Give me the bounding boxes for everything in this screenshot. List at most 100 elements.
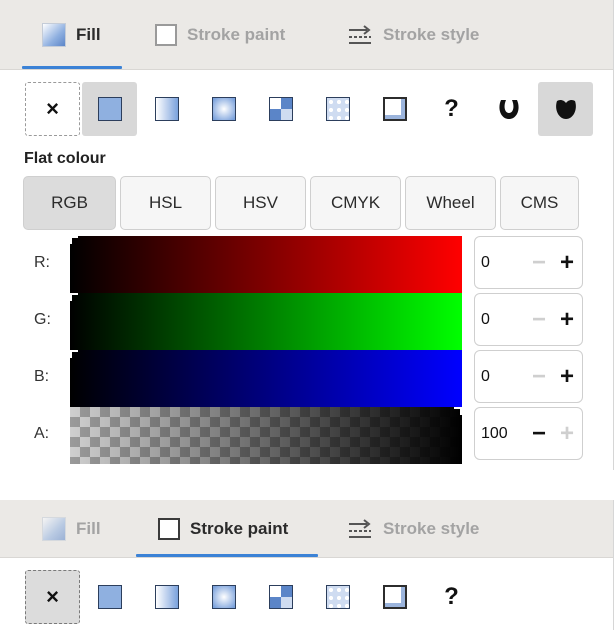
tab-bar: Fill Stroke paint Stroke style	[0, 500, 613, 558]
active-tab-indicator	[136, 554, 318, 557]
linear-gradient-icon	[154, 585, 179, 609]
pattern-button[interactable]	[310, 570, 365, 624]
tab-hsl[interactable]: HSL	[120, 176, 211, 230]
fill-icon	[42, 516, 66, 541]
flat-colour-icon	[97, 97, 122, 121]
panel-separator	[0, 470, 614, 500]
swatch-icon	[382, 97, 407, 121]
question-mark-icon: ?	[444, 583, 459, 610]
close-icon: ×	[46, 584, 59, 609]
no-paint-button[interactable]: ×	[25, 82, 80, 136]
tab-stroke-style-label: Stroke style	[383, 518, 480, 538]
tab-stroke-style[interactable]: Stroke style	[347, 500, 507, 557]
radial-gradient-button[interactable]	[196, 82, 251, 136]
slider-marker	[70, 293, 78, 301]
flat-colour-icon	[97, 585, 122, 609]
linear-gradient-button[interactable]	[139, 570, 194, 624]
green-value-input[interactable]	[475, 310, 525, 329]
stroke-paint-icon	[155, 23, 177, 46]
active-tab-indicator	[22, 66, 122, 69]
channel-row-blue: B: − +	[0, 350, 614, 407]
red-value-input[interactable]	[475, 253, 525, 272]
tab-stroke-paint[interactable]: Stroke paint	[136, 500, 318, 557]
mesh-gradient-button[interactable]	[253, 570, 308, 624]
blue-increment-button[interactable]: +	[553, 363, 581, 391]
mesh-gradient-button[interactable]	[253, 82, 308, 136]
evenodd-fill-rule-button[interactable]	[481, 82, 536, 136]
swatch-button[interactable]	[367, 82, 422, 136]
tab-cmyk[interactable]: CMYK	[310, 176, 401, 230]
channel-label-green: G:	[34, 311, 51, 328]
blue-slider[interactable]	[70, 350, 462, 407]
tab-stroke-style-label: Stroke style	[383, 24, 480, 44]
channel-row-alpha: A: − +	[0, 407, 614, 464]
green-slider[interactable]	[70, 293, 462, 350]
green-spinbox: − +	[474, 293, 583, 346]
alpha-slider[interactable]	[70, 407, 462, 464]
linear-gradient-button[interactable]	[139, 82, 194, 136]
alpha-decrement-button[interactable]: −	[525, 420, 553, 448]
alpha-value-input[interactable]	[475, 424, 525, 443]
flat-colour-button[interactable]	[82, 82, 137, 136]
nonzero-icon	[555, 99, 576, 119]
flat-colour-label: Flat colour	[24, 150, 106, 167]
fill-and-stroke-panel-fill: Fill Stroke paint Stroke style × ? Flat …	[0, 0, 614, 470]
tab-fill-label: Fill	[76, 24, 101, 44]
fill-icon	[42, 22, 66, 47]
radial-gradient-button[interactable]	[196, 570, 251, 624]
slider-marker	[70, 236, 78, 244]
pattern-icon	[325, 97, 350, 121]
mesh-gradient-icon	[268, 585, 293, 609]
red-spinbox: − +	[474, 236, 583, 289]
tab-hsv[interactable]: HSV	[215, 176, 306, 230]
unset-paint-button[interactable]: ?	[424, 570, 479, 624]
tab-fill[interactable]: Fill	[42, 500, 122, 557]
mesh-gradient-icon	[268, 97, 293, 121]
radial-gradient-icon	[211, 585, 236, 609]
stroke-style-icon	[349, 518, 371, 538]
slider-marker	[454, 407, 462, 415]
tab-rgb[interactable]: RGB	[23, 176, 116, 230]
stroke-style-icon	[349, 24, 371, 44]
tab-fill[interactable]: Fill	[22, 0, 122, 69]
tab-stroke-style[interactable]: Stroke style	[347, 0, 507, 69]
unset-paint-button[interactable]: ?	[424, 82, 479, 136]
blue-value-input[interactable]	[475, 367, 525, 386]
tab-fill-label: Fill	[76, 518, 101, 538]
channel-label-blue: B:	[34, 368, 50, 385]
swatch-icon	[382, 585, 407, 609]
red-increment-button[interactable]: +	[553, 249, 581, 277]
tab-stroke-paint-label: Stroke paint	[187, 24, 286, 44]
slider-marker	[70, 350, 78, 358]
blue-decrement-button[interactable]: −	[525, 363, 553, 391]
radial-gradient-icon	[211, 97, 236, 121]
tab-wheel[interactable]: Wheel	[405, 176, 496, 230]
green-increment-button[interactable]: +	[553, 306, 581, 334]
colour-mode-tabs: RGB HSL HSV CMYK Wheel CMS	[23, 176, 583, 230]
flat-colour-button[interactable]	[82, 570, 137, 624]
nonzero-fill-rule-button[interactable]	[538, 82, 593, 136]
channel-label-red: R:	[34, 254, 50, 271]
linear-gradient-icon	[154, 97, 179, 121]
paint-mode-toolbar: × ?	[25, 570, 481, 624]
close-icon: ×	[46, 96, 59, 121]
green-decrement-button[interactable]: −	[525, 306, 553, 334]
fill-and-stroke-panel-stroke-paint: Fill Stroke paint Stroke style × ?	[0, 500, 614, 630]
alpha-increment-button[interactable]: +	[553, 420, 581, 448]
channel-label-alpha: A:	[34, 425, 50, 442]
channel-row-green: G: − +	[0, 293, 614, 350]
tab-cms[interactable]: CMS	[500, 176, 579, 230]
stroke-paint-icon	[158, 517, 180, 540]
no-paint-button[interactable]: ×	[25, 570, 80, 624]
blue-spinbox: − +	[474, 350, 583, 403]
red-slider[interactable]	[70, 236, 462, 293]
tab-stroke-paint-label: Stroke paint	[190, 518, 289, 538]
question-mark-icon: ?	[444, 95, 459, 122]
tab-bar: Fill Stroke paint Stroke style	[0, 0, 613, 70]
swatch-button[interactable]	[367, 570, 422, 624]
paint-mode-toolbar: × ?	[25, 82, 595, 136]
evenodd-icon	[498, 100, 519, 119]
tab-stroke-paint[interactable]: Stroke paint	[155, 0, 305, 69]
pattern-button[interactable]	[310, 82, 365, 136]
red-decrement-button[interactable]: −	[525, 249, 553, 277]
